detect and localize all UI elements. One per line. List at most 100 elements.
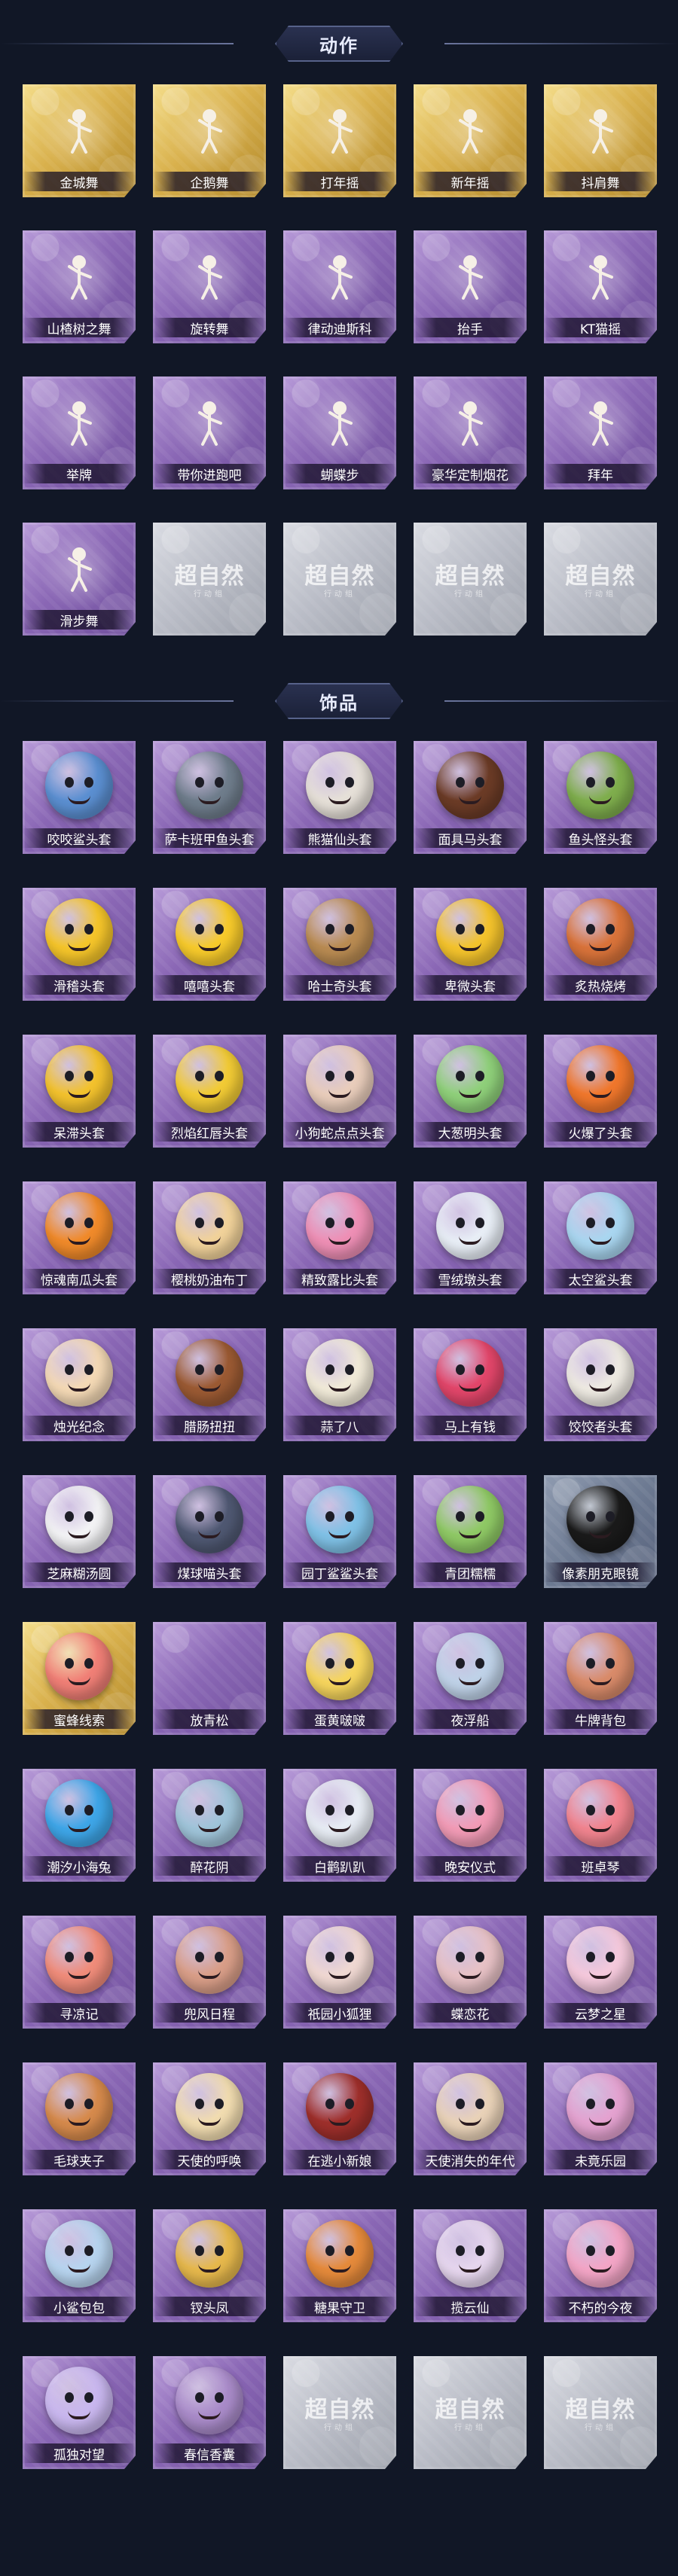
accessory-card[interactable]: 蛋黄啵啵	[283, 1622, 396, 1735]
accessory-card[interactable]: 饺饺者头套	[544, 1328, 657, 1441]
card-label: 园丁鲨鲨头套	[283, 1562, 396, 1582]
accessory-card[interactable]: 钗头凤	[153, 2209, 266, 2322]
accessory-card[interactable]: 孤独对望	[23, 2356, 136, 2469]
accessory-card[interactable]: 班卓琴	[544, 1769, 657, 1882]
card-label: 孤独对望	[23, 2443, 136, 2463]
accessory-card[interactable]: 在逃小新娘	[283, 2062, 396, 2175]
header-rule-right	[444, 700, 678, 702]
action-card[interactable]: 律动迪斯科	[283, 230, 396, 343]
accessory-card[interactable]: 超自然 行动组	[414, 2356, 527, 2469]
action-card[interactable]: 山楂树之舞	[23, 230, 136, 343]
accessory-card[interactable]: 鱼头怪头套	[544, 741, 657, 854]
action-card[interactable]: 豪华定制烟花	[414, 376, 527, 489]
bride-doll-icon	[306, 2073, 374, 2141]
dance-pose-icon	[560, 92, 640, 172]
accessory-card[interactable]: 毛球夹子	[23, 2062, 136, 2175]
watermark-subtitle: 行动组	[194, 590, 225, 599]
card-label: 蝶恋花	[414, 2003, 527, 2023]
accessory-card[interactable]: 精致露比头套	[283, 1181, 396, 1294]
accessory-card[interactable]: 不朽的今夜	[544, 2209, 657, 2322]
accessory-card[interactable]: 牛牌背包	[544, 1622, 657, 1735]
action-card[interactable]: 超自然 行动组	[544, 523, 657, 636]
candy-guard-icon	[306, 2220, 374, 2288]
card-label: 寻凉记	[23, 2003, 136, 2023]
action-card[interactable]: 新年摇	[414, 84, 527, 197]
action-card[interactable]: 抬手	[414, 230, 527, 343]
action-card[interactable]: 超自然 行动组	[153, 523, 266, 636]
watermark-subtitle: 行动组	[585, 2424, 616, 2432]
header-rule-right	[444, 43, 678, 44]
accessory-card[interactable]: 小鲨包包	[23, 2209, 136, 2322]
accessory-card[interactable]: 祇园小狐狸	[283, 1916, 396, 2029]
accessory-card[interactable]: 小狗蛇点点头套	[283, 1035, 396, 1148]
accessory-card[interactable]: 咬咬鲨头套	[23, 741, 136, 854]
white-stork-icon	[306, 1779, 374, 1847]
action-card[interactable]: 金城舞	[23, 84, 136, 197]
accessory-card[interactable]: 煤球喵头套	[153, 1475, 266, 1588]
accessory-card[interactable]: 像素朋克眼镜	[544, 1475, 657, 1588]
card-label: 钗头凤	[153, 2297, 266, 2316]
accessory-card[interactable]: 雪绒墩头套	[414, 1181, 527, 1294]
accessory-card[interactable]: 天使的呼唤	[153, 2062, 266, 2175]
accessory-card[interactable]: 火爆了头套	[544, 1035, 657, 1148]
accessory-card[interactable]: 马上有钱	[414, 1328, 527, 1441]
card-label: 蒜了八	[283, 1416, 396, 1435]
action-card[interactable]: 企鹅舞	[153, 84, 266, 197]
card-label: 青团糯糯	[414, 1562, 527, 1582]
accessory-card[interactable]: 呆滞头套	[23, 1035, 136, 1148]
accessory-card[interactable]: 揽云仙	[414, 2209, 527, 2322]
accessory-card[interactable]: 蝶恋花	[414, 1916, 527, 2029]
accessory-card[interactable]: 熊猫仙头套	[283, 741, 396, 854]
accessory-card[interactable]: 寻凉记	[23, 1916, 136, 2029]
accessory-card[interactable]: 春信香囊	[153, 2356, 266, 2469]
accessory-card[interactable]: 天使消失的年代	[414, 2062, 527, 2175]
action-card[interactable]: 旋转舞	[153, 230, 266, 343]
accessory-card[interactable]: 太空鲨头套	[544, 1181, 657, 1294]
accessory-card[interactable]: 樱桃奶油布丁	[153, 1181, 266, 1294]
action-card[interactable]: 举牌	[23, 376, 136, 489]
action-card[interactable]: KT猫摇	[544, 230, 657, 343]
card-label: 白鹳趴趴	[283, 1856, 396, 1876]
action-card[interactable]: 超自然 行动组	[414, 523, 527, 636]
accessory-card[interactable]: 放青松	[153, 1622, 266, 1735]
accessory-card[interactable]: 蜜蜂线索	[23, 1622, 136, 1735]
accessory-card[interactable]: 惊魂南瓜头套	[23, 1181, 136, 1294]
accessory-card[interactable]: 哈士奇头套	[283, 888, 396, 1001]
accessory-card[interactable]: 炙热烧烤	[544, 888, 657, 1001]
action-card[interactable]: 蝴蝶步	[283, 376, 396, 489]
accessory-card[interactable]: 超自然 行动组	[544, 2356, 657, 2469]
accessory-card[interactable]: 腊肠扭扭	[153, 1328, 266, 1441]
accessory-card[interactable]: 醉花阴	[153, 1769, 266, 1882]
accessory-card[interactable]: 大葱明头套	[414, 1035, 527, 1148]
accessory-card[interactable]: 未竟乐园	[544, 2062, 657, 2175]
accessory-card[interactable]: 潮汐小海兔	[23, 1769, 136, 1882]
accessory-card[interactable]: 青团糯糯	[414, 1475, 527, 1588]
accessory-card[interactable]: 云梦之星	[544, 1916, 657, 2029]
action-card[interactable]: 滑步舞	[23, 523, 136, 636]
accessory-card[interactable]: 滑稽头套	[23, 888, 136, 1001]
accessory-card[interactable]: 烈焰红唇头套	[153, 1035, 266, 1148]
accessory-card[interactable]: 面具马头套	[414, 741, 527, 854]
raccoon-clip-icon	[45, 2073, 113, 2141]
action-card[interactable]: 带你进跑吧	[153, 376, 266, 489]
accessory-card[interactable]: 萨卡班甲鱼头套	[153, 741, 266, 854]
accessory-card[interactable]: 夜浮船	[414, 1622, 527, 1735]
accessory-card[interactable]: 蒜了八	[283, 1328, 396, 1441]
action-card[interactable]: 超自然 行动组	[283, 523, 396, 636]
accessory-card[interactable]: 嘻嘻头套	[153, 888, 266, 1001]
accessory-card[interactable]: 卑微头套	[414, 888, 527, 1001]
accessory-card[interactable]: 芝麻糊汤圆	[23, 1475, 136, 1588]
accessory-card[interactable]: 烛光纪念	[23, 1328, 136, 1441]
action-card[interactable]: 拜年	[544, 376, 657, 489]
accessory-card[interactable]: 晚安仪式	[414, 1769, 527, 1882]
action-card[interactable]: 打年摇	[283, 84, 396, 197]
card-label: 天使的呼唤	[153, 2150, 266, 2169]
action-card[interactable]: 抖肩舞	[544, 84, 657, 197]
horse-head-icon	[436, 751, 504, 819]
accessory-card[interactable]: 白鹳趴趴	[283, 1769, 396, 1882]
accessory-card[interactable]: 超自然 行动组	[283, 2356, 396, 2469]
accessory-card[interactable]: 兜风日程	[153, 1916, 266, 2029]
accessory-card[interactable]: 糖果守卫	[283, 2209, 396, 2322]
accessory-card[interactable]: 园丁鲨鲨头套	[283, 1475, 396, 1588]
tangyuan-icon	[45, 1486, 113, 1553]
